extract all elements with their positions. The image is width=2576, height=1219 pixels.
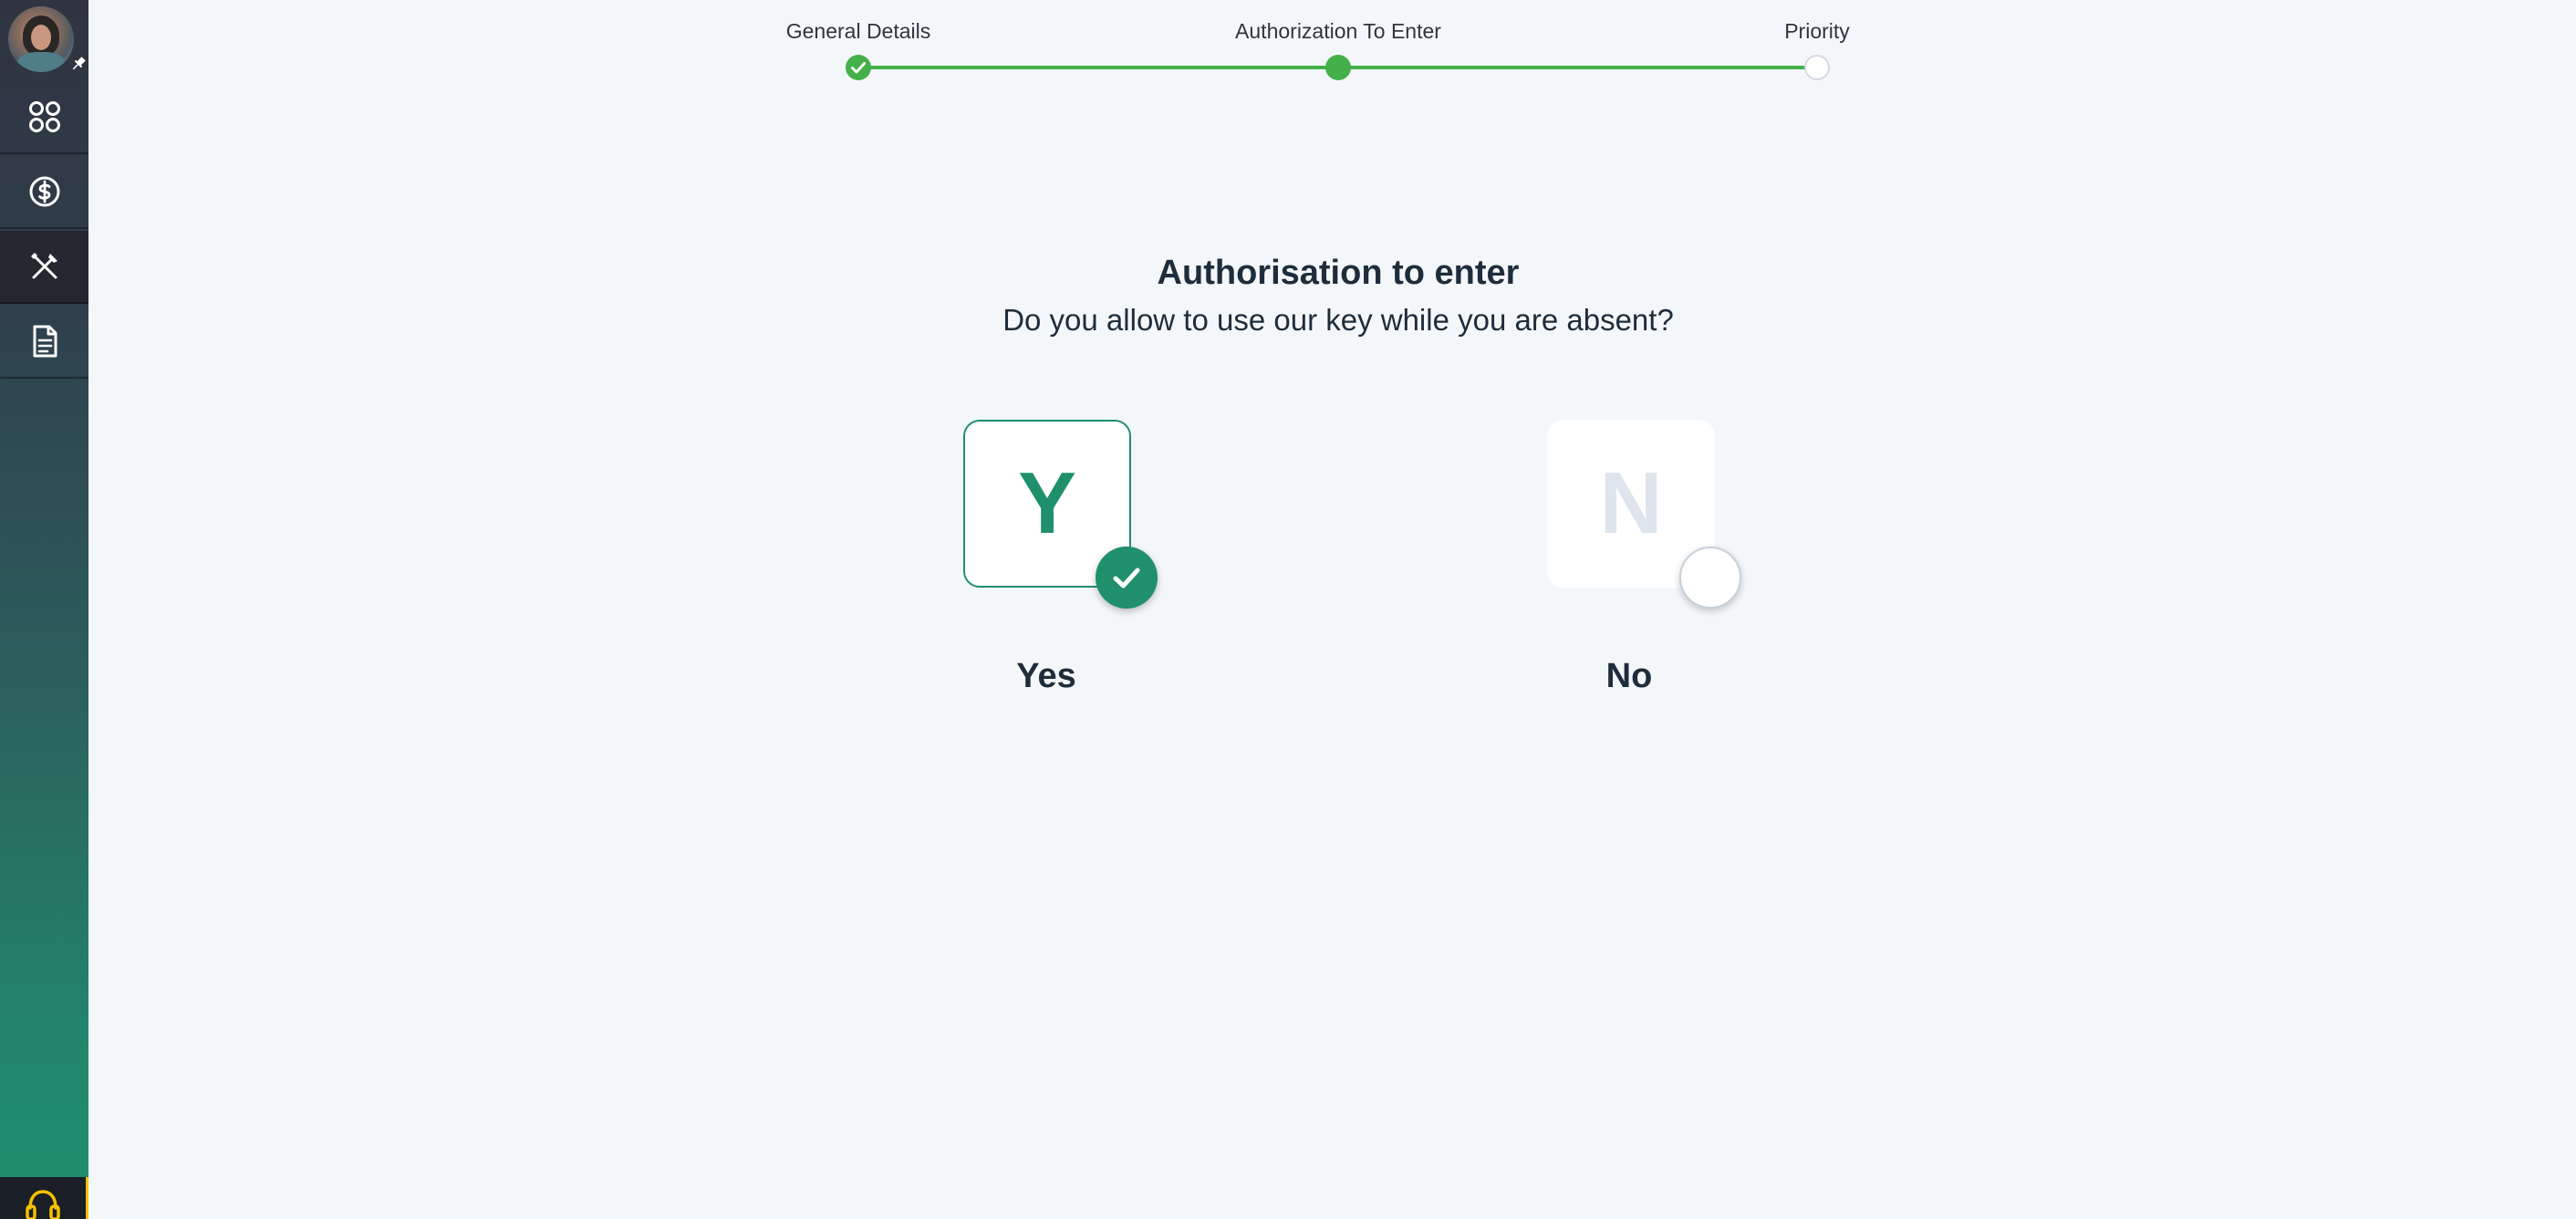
option-no-radio[interactable] <box>1679 547 1741 609</box>
headset-icon <box>26 1190 60 1219</box>
option-no-label[interactable]: No <box>1606 657 1653 696</box>
sidebar-item-finance[interactable] <box>0 156 88 229</box>
step-dot-authorization[interactable] <box>1325 55 1351 80</box>
tools-icon <box>30 253 57 279</box>
sidebar <box>0 0 88 1219</box>
sidebar-item-dashboard[interactable] <box>0 81 88 154</box>
question-text: Do you allow to use our key while you ar… <box>1002 303 1674 337</box>
document-icon <box>33 325 57 358</box>
step-label-priority[interactable]: Priority <box>1784 19 1850 44</box>
check-icon <box>1113 568 1140 589</box>
progress-stepper: General Details Authorization To Enter P… <box>0 0 2576 91</box>
check-icon <box>851 62 866 74</box>
step-label-authorization[interactable]: Authorization To Enter <box>1235 19 1441 44</box>
step-connector-2 <box>1338 66 1816 69</box>
sidebar-item-documents[interactable] <box>0 306 88 379</box>
page-title: Authorisation to enter <box>1157 254 1520 292</box>
dollar-circle-icon <box>29 176 59 207</box>
dashboard-grid-icon <box>28 101 60 132</box>
option-yes-selected-badge[interactable] <box>1096 547 1158 609</box>
support-button[interactable] <box>0 1177 88 1219</box>
option-yes-label[interactable]: Yes <box>1016 657 1076 696</box>
step-label-general-details[interactable]: General Details <box>786 19 931 44</box>
step-connector-1 <box>858 66 1338 69</box>
step-dot-priority[interactable] <box>1804 55 1830 80</box>
sidebar-item-maintenance[interactable] <box>0 231 88 304</box>
step-dot-general-details[interactable] <box>846 55 871 80</box>
